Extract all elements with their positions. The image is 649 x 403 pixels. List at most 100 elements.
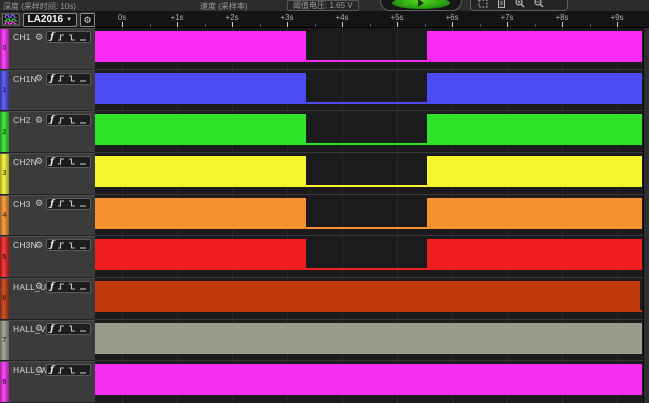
- trigger-low-level-icon[interactable]: [79, 116, 87, 125]
- chevron-down-icon: ▼: [66, 14, 72, 26]
- trigger-select-group[interactable]: ƒ: [46, 239, 91, 251]
- trigger-f-icon[interactable]: ƒ: [50, 115, 54, 125]
- device-and-ruler-row: LA2016 ▼ ⚙ 0s+1s+2s+3s+4s+5s+6s+7s+8s+9s: [0, 12, 649, 28]
- signal-high-segment: [95, 31, 306, 62]
- trigger-select-group[interactable]: ƒ: [46, 198, 91, 210]
- trigger-rising-edge-icon[interactable]: [57, 33, 65, 42]
- vertical-scrollbar[interactable]: [643, 28, 649, 403]
- trigger-f-icon[interactable]: ƒ: [50, 32, 54, 42]
- waveform-lane[interactable]: [95, 153, 643, 195]
- waveform-lane[interactable]: [95, 195, 643, 237]
- ruler-minor-tick: [480, 24, 481, 27]
- main-area: 0CH1⚙ƒ 1CH1N⚙ƒ 2CH2⚙ƒ 3CH2N⚙ƒ 4CH3⚙ƒ 5CH…: [0, 28, 649, 403]
- channel-header-icons: ⚙ƒ: [35, 156, 91, 168]
- device-select-dropdown[interactable]: LA2016 ▼: [23, 13, 78, 27]
- scrollbar-thumb[interactable]: [644, 28, 649, 403]
- waveform-lane[interactable]: [95, 28, 643, 70]
- trigger-rising-edge-icon[interactable]: [57, 157, 65, 166]
- waveform-area[interactable]: [95, 28, 643, 403]
- channel-settings-gear-icon[interactable]: ⚙: [35, 281, 43, 292]
- trigger-falling-edge-icon[interactable]: [68, 366, 76, 375]
- trigger-select-group[interactable]: ƒ: [46, 73, 91, 85]
- ruler-major-tick: [287, 22, 288, 27]
- trigger-f-icon[interactable]: ƒ: [50, 282, 54, 292]
- trigger-f-icon[interactable]: ƒ: [50, 365, 54, 375]
- channel-color-strip: 4: [0, 196, 9, 236]
- trigger-select-group[interactable]: ƒ: [46, 31, 91, 43]
- trigger-rising-edge-icon[interactable]: [57, 324, 65, 333]
- ruler-major-tick: [342, 22, 343, 27]
- trigger-falling-edge-icon[interactable]: [68, 282, 76, 291]
- channel-header: 4CH3⚙ƒ: [0, 195, 95, 237]
- channel-settings-gear-icon[interactable]: ⚙: [35, 115, 43, 126]
- channel-header: 7HALL_V⚙ƒ: [0, 320, 95, 362]
- zoom-in-icon[interactable]: [515, 0, 525, 8]
- trigger-f-icon[interactable]: ƒ: [50, 157, 54, 167]
- sample-rate-label: 速度 (采样率): [200, 1, 248, 12]
- channel-settings-gear-icon[interactable]: ⚙: [35, 156, 43, 167]
- trigger-rising-edge-icon[interactable]: [57, 366, 65, 375]
- trigger-select-group[interactable]: ƒ: [46, 281, 91, 293]
- trigger-falling-edge-icon[interactable]: [68, 199, 76, 208]
- time-ruler[interactable]: 0s+1s+2s+3s+4s+5s+6s+7s+8s+9s: [95, 12, 649, 28]
- selection-box-icon[interactable]: [478, 0, 488, 8]
- trigger-f-icon[interactable]: ƒ: [50, 199, 54, 209]
- signal-high-segment: [95, 156, 306, 187]
- threshold-voltage-field[interactable]: 阈值电压: 1.65 V: [287, 0, 359, 11]
- trigger-f-icon[interactable]: ƒ: [50, 324, 54, 334]
- trigger-select-group[interactable]: ƒ: [46, 323, 91, 335]
- start-capture-button[interactable]: [380, 0, 462, 11]
- ruler-major-tick: [507, 22, 508, 27]
- channel-settings-gear-icon[interactable]: ⚙: [35, 32, 43, 43]
- channel-color-strip: 7: [0, 321, 9, 361]
- signal-high-segment: [95, 323, 642, 354]
- trigger-f-icon[interactable]: ƒ: [50, 74, 54, 84]
- trigger-low-level-icon[interactable]: [79, 33, 87, 42]
- trigger-low-level-icon[interactable]: [79, 282, 87, 291]
- channel-header: 1CH1N⚙ƒ: [0, 70, 95, 112]
- trigger-rising-edge-icon[interactable]: [57, 282, 65, 291]
- trigger-falling-edge-icon[interactable]: [68, 74, 76, 83]
- ruler-major-tick: [232, 22, 233, 27]
- trigger-rising-edge-icon[interactable]: [57, 241, 65, 250]
- signal-low-segment: [306, 143, 427, 145]
- waveform-lane[interactable]: [95, 278, 643, 320]
- waveform-lane[interactable]: [95, 361, 643, 403]
- trigger-low-level-icon[interactable]: [79, 241, 87, 250]
- channel-header-icons: ⚙ƒ: [35, 239, 91, 251]
- waveform-lane[interactable]: [95, 70, 643, 112]
- trigger-falling-edge-icon[interactable]: [68, 157, 76, 166]
- trigger-falling-edge-icon[interactable]: [68, 241, 76, 250]
- trigger-low-level-icon[interactable]: [79, 74, 87, 83]
- trigger-low-level-icon[interactable]: [79, 366, 87, 375]
- channel-settings-gear-icon[interactable]: ⚙: [35, 240, 43, 251]
- channel-settings-gear-icon[interactable]: ⚙: [35, 365, 43, 376]
- trigger-falling-edge-icon[interactable]: [68, 324, 76, 333]
- channel-color-strip: 3: [0, 154, 9, 194]
- trigger-falling-edge-icon[interactable]: [68, 116, 76, 125]
- zoom-out-icon[interactable]: [534, 0, 544, 8]
- device-settings-button[interactable]: ⚙: [80, 13, 95, 27]
- trigger-rising-edge-icon[interactable]: [57, 74, 65, 83]
- channel-header-icons: ⚙ƒ: [35, 323, 91, 335]
- trigger-rising-edge-icon[interactable]: [57, 116, 65, 125]
- trigger-select-group[interactable]: ƒ: [46, 364, 91, 376]
- channel-settings-gear-icon[interactable]: ⚙: [35, 73, 43, 84]
- trigger-rising-edge-icon[interactable]: [57, 199, 65, 208]
- channel-settings-gear-icon[interactable]: ⚙: [35, 323, 43, 334]
- trigger-select-group[interactable]: ƒ: [46, 114, 91, 126]
- ruler-major-tick: [122, 22, 123, 27]
- ruler-major-tick: [177, 22, 178, 27]
- waveform-lane[interactable]: [95, 320, 643, 362]
- trigger-low-level-icon[interactable]: [79, 199, 87, 208]
- channel-name: CH1N: [13, 74, 37, 84]
- waveform-lane[interactable]: [95, 111, 643, 153]
- trigger-low-level-icon[interactable]: [79, 324, 87, 333]
- trigger-select-group[interactable]: ƒ: [46, 156, 91, 168]
- waveform-lane[interactable]: [95, 236, 643, 278]
- export-document-icon[interactable]: [497, 0, 506, 8]
- trigger-low-level-icon[interactable]: [79, 157, 87, 166]
- trigger-f-icon[interactable]: ƒ: [50, 240, 54, 250]
- channel-settings-gear-icon[interactable]: ⚙: [35, 198, 43, 209]
- trigger-falling-edge-icon[interactable]: [68, 33, 76, 42]
